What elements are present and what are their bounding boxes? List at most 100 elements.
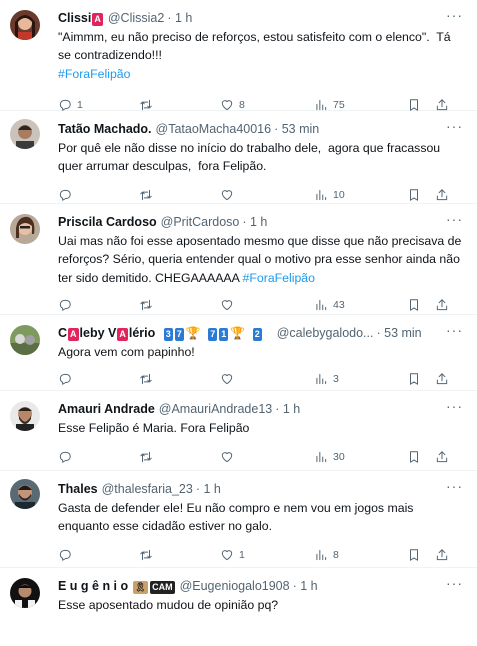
views-icon [316, 452, 327, 463]
like-button[interactable]: 1 [220, 548, 314, 562]
avatar[interactable] [10, 479, 40, 509]
tweet[interactable]: E u g ê n i o 🎗 CAM @Eugeniogalo1908 · 1 … [0, 568, 477, 646]
user-handle[interactable]: @PritCardoso [161, 215, 240, 229]
views-button[interactable]: 30 [314, 450, 407, 464]
avatar[interactable] [10, 401, 40, 431]
bookmark-button[interactable] [407, 98, 435, 112]
views-button[interactable]: 10 [314, 188, 407, 202]
tweet[interactable]: Priscila Cardoso @PritCardoso · 1 h ··· … [0, 204, 477, 315]
like-button[interactable] [220, 188, 314, 202]
reply-icon [59, 299, 71, 311]
hashtag-link[interactable]: #ForaFelipão [58, 67, 130, 81]
views-button[interactable]: 75 [314, 98, 407, 112]
share-icon [436, 451, 448, 463]
views-button[interactable]: 43 [314, 298, 407, 312]
more-options-icon[interactable]: ··· [446, 212, 463, 226]
more-options-icon[interactable]: ··· [446, 479, 463, 493]
more-options-icon[interactable]: ··· [446, 119, 463, 133]
share-button[interactable] [435, 298, 455, 312]
user-handle[interactable]: @Clissia2 [108, 11, 164, 25]
bookmark-button[interactable] [407, 372, 435, 386]
reply-button[interactable] [58, 188, 139, 202]
display-name[interactable]: Priscila Cardoso [58, 215, 157, 229]
share-button[interactable] [435, 98, 455, 112]
retweet-button[interactable] [139, 548, 220, 562]
user-handle[interactable]: @AmauriAndrade13 [159, 402, 272, 416]
user-handle[interactable]: @thalesfaria_23 [102, 482, 193, 496]
ribbon-icon: 🎗 [132, 580, 149, 594]
like-button[interactable] [220, 372, 314, 386]
user-handle[interactable]: @calebygalodo... [277, 326, 374, 340]
share-button[interactable] [435, 548, 455, 562]
views-icon [316, 549, 327, 560]
avatar[interactable] [10, 578, 40, 608]
share-icon [436, 188, 448, 200]
timestamp[interactable]: · 53 min [274, 122, 319, 136]
tweet-text: "Aimmm, eu não preciso de reforços, esto… [58, 30, 455, 81]
retweet-button[interactable] [139, 450, 220, 464]
user-handle[interactable]: @TataoMacha40016 [156, 122, 272, 136]
share-button[interactable] [435, 372, 455, 386]
more-options-icon[interactable]: ··· [446, 576, 463, 590]
tweet[interactable]: Thales @thalesfaria_23 · 1 h ··· Gasta d… [0, 471, 477, 568]
bookmark-button[interactable] [407, 298, 435, 312]
retweet-button[interactable] [139, 98, 220, 112]
reply-button[interactable]: 1 [58, 98, 139, 112]
bookmark-icon [410, 548, 418, 561]
display-name[interactable]: E u g ê n i o 🎗 CAM [58, 579, 176, 594]
name-emoji-badge: A [68, 327, 79, 341]
retweet-button[interactable] [139, 298, 220, 312]
display-name[interactable]: Clissi A [58, 11, 104, 26]
number-badge: 1 [219, 327, 229, 341]
timestamp[interactable]: · 1 h [167, 11, 192, 25]
views-button[interactable]: 8 [314, 548, 407, 562]
tweet[interactable]: Amauri Andrade @AmauriAndrade13 · 1 h ··… [0, 391, 477, 471]
reply-count: 1 [77, 98, 83, 111]
like-button[interactable]: 8 [220, 98, 314, 112]
tweet-text: Por quê ele não disse no início do traba… [58, 141, 447, 174]
retweet-button[interactable] [139, 188, 220, 202]
name-emoji-badge: A [92, 12, 103, 26]
tweet-text: Esse aposentado mudou de opinião pq? [58, 598, 279, 612]
tweet[interactable]: Tatão Machado. @TataoMacha40016 · 53 min… [0, 111, 477, 204]
reply-feed: Clissi A @Clissia2 · 1 h ··· "Aimmm, eu n… [0, 0, 477, 646]
reply-button[interactable] [58, 298, 139, 312]
avatar[interactable] [10, 10, 40, 40]
tweet[interactable]: C Aleby V Alério 3 7 🏆 7 1 🏆 2 @calebygalodo..… [0, 315, 477, 391]
like-icon [221, 100, 233, 111]
timestamp[interactable]: · 1 h [242, 215, 267, 229]
tweet[interactable]: Clissi A @Clissia2 · 1 h ··· "Aimmm, eu n… [0, 0, 477, 111]
reply-button[interactable] [58, 548, 139, 562]
like-button[interactable] [220, 298, 314, 312]
bookmark-button[interactable] [407, 548, 435, 562]
like-icon [221, 374, 233, 385]
more-options-icon[interactable]: ··· [446, 399, 463, 413]
number-badge: 7 [174, 327, 184, 341]
share-button[interactable] [435, 450, 455, 464]
tweet-actions: 1 8 [58, 538, 465, 572]
avatar[interactable] [10, 214, 40, 244]
tweet-actions: 30 [58, 440, 465, 474]
hashtag-link[interactable]: #ForaFelipão [243, 271, 315, 285]
display-name[interactable]: Tatão Machado. [58, 122, 152, 136]
like-button[interactable] [220, 450, 314, 464]
display-name[interactable]: Thales [58, 482, 98, 496]
avatar[interactable] [10, 325, 40, 355]
more-options-icon[interactable]: ··· [446, 323, 463, 337]
timestamp[interactable]: · 1 h [275, 402, 300, 416]
bookmark-button[interactable] [407, 188, 435, 202]
timestamp[interactable]: · 53 min [376, 326, 421, 340]
more-options-icon[interactable]: ··· [446, 8, 463, 22]
reply-button[interactable] [58, 372, 139, 386]
user-handle[interactable]: @Eugeniogalo1908 [180, 579, 290, 593]
views-button[interactable]: 3 [314, 372, 407, 386]
timestamp[interactable]: · 1 h [293, 579, 318, 593]
display-name[interactable]: Amauri Andrade [58, 402, 155, 416]
timestamp[interactable]: · 1 h [196, 482, 221, 496]
avatar[interactable] [10, 119, 40, 149]
share-button[interactable] [435, 188, 455, 202]
reply-button[interactable] [58, 450, 139, 464]
retweet-button[interactable] [139, 372, 220, 386]
bookmark-button[interactable] [407, 450, 435, 464]
display-name[interactable]: C Aleby V Alério 3 7 🏆 7 1 🏆 2 [58, 326, 263, 341]
